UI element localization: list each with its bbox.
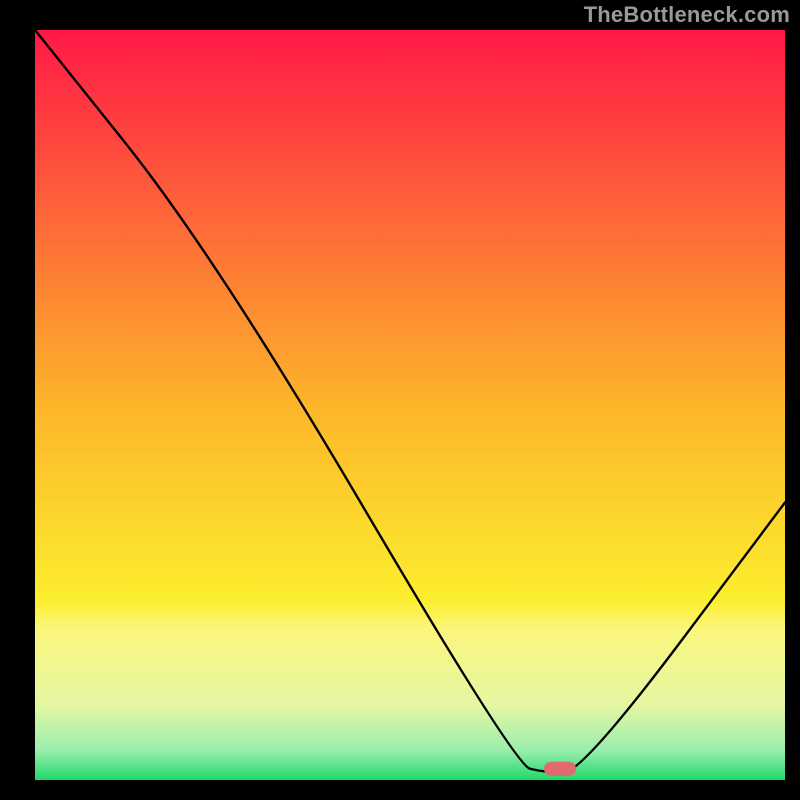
plot-area — [35, 30, 785, 780]
bottleneck-chart — [35, 30, 785, 780]
watermark-text: TheBottleneck.com — [584, 2, 790, 28]
optimum-marker — [544, 762, 576, 776]
chart-frame: TheBottleneck.com — [0, 0, 800, 800]
gradient-background — [35, 30, 785, 780]
